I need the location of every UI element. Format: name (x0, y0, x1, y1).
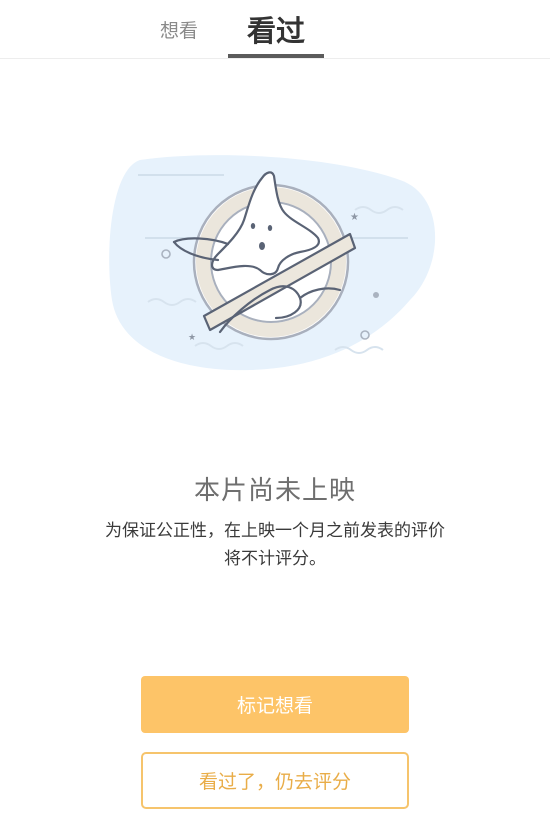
not-released-title: 本片尚未上映 (193, 476, 356, 506)
tab-want[interactable]: 想看 (150, 0, 208, 58)
tab-seen[interactable]: 看过 (228, 0, 324, 58)
description-line-2: 将不计评分。 (224, 549, 326, 569)
rate-anyway-button[interactable]: 看过了，仍去评分 (141, 752, 409, 809)
svg-text:★: ★ (350, 212, 359, 223)
active-tab-indicator (228, 54, 324, 58)
mark-want-button[interactable]: 标记想看 (141, 676, 409, 733)
description-line-1: 为保证公正性，在上映一个月之前发表的评价 (105, 521, 445, 541)
rating-policy-description: 为保证公正性，在上映一个月之前发表的评价 将不计评分。 (95, 517, 455, 573)
page: 想看 看过 ★ ★ 本片尚未上映 为保证公正性，在上映一个月之前发表的评价 将不… (0, 0, 550, 830)
not-released-illustration: ★ ★ (100, 150, 450, 380)
no-star-ghost-icon: ★ ★ (109, 155, 436, 371)
tab-bar: 想看 看过 (0, 0, 550, 59)
svg-text:★: ★ (188, 333, 196, 343)
